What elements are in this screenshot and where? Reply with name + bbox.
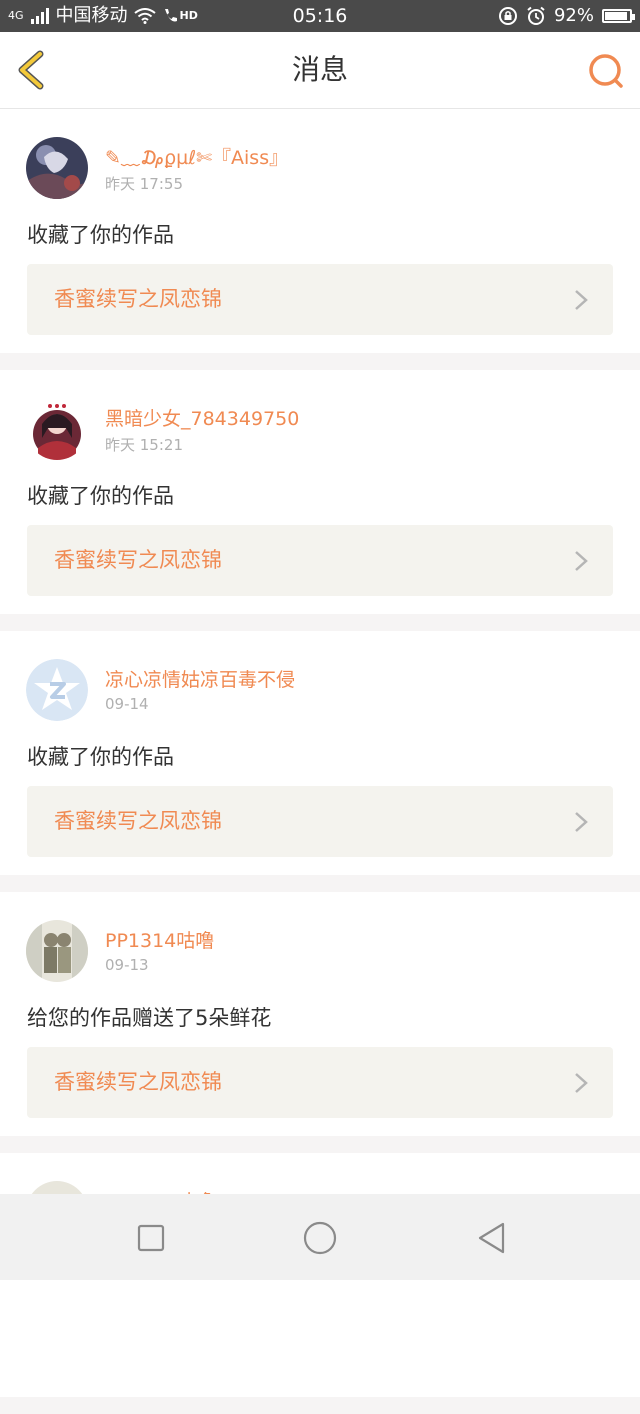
alarm-icon (527, 6, 545, 25)
avatar[interactable] (26, 920, 88, 982)
work-link[interactable]: 香蜜续写之凤恋锦 (27, 525, 613, 596)
battery-icon (602, 9, 635, 23)
message-card: PP1314咕噜 09-13 给您的作品赠送了5朵鲜花 香蜜续写之凤恋锦 (0, 892, 640, 1153)
work-title: 香蜜续写之凤恋锦 (54, 1070, 222, 1094)
work-title: 香蜜续写之凤恋锦 (54, 287, 222, 311)
message-action: 收藏了你的作品 (27, 223, 174, 247)
chevron-right-icon (575, 551, 588, 571)
work-link[interactable]: 香蜜续写之凤恋锦 (27, 1047, 613, 1118)
work-link[interactable]: 香蜜续写之凤恋锦 (27, 786, 613, 857)
app-header: 消息 (0, 32, 640, 109)
message-action: 收藏了你的作品 (27, 745, 174, 769)
back-triangle-icon[interactable] (474, 1220, 510, 1256)
recents-square-icon[interactable] (133, 1220, 169, 1256)
message-card: 黑暗少女_784349750 昨天 15:21 收藏了你的作品 香蜜续写之凤恋锦 (0, 370, 640, 631)
message-time: 昨天 15:21 (105, 436, 183, 454)
system-nav-bar (0, 1194, 640, 1280)
work-title: 香蜜续写之凤恋锦 (54, 548, 222, 572)
default-avatar-icon[interactable] (26, 659, 88, 721)
battery-percent: 92% (553, 5, 594, 26)
message-action: 收藏了你的作品 (27, 484, 174, 508)
home-circle-icon[interactable] (302, 1220, 338, 1256)
chevron-right-icon (575, 1073, 588, 1093)
page-title: 消息 (291, 53, 348, 86)
message-action: 给您的作品赠送了5朵鲜花 (27, 1006, 272, 1030)
work-link[interactable]: 香蜜续写之凤恋锦 (27, 264, 613, 335)
user-name[interactable]: 凉心凉情姑凉百毒不侵 (105, 665, 295, 692)
message-card: PP1314咕噜 (0, 1153, 640, 1414)
user-name[interactable]: PP1314咕噜 (105, 926, 214, 953)
rotation-lock-icon (498, 7, 517, 25)
message-time: 昨天 17:55 (105, 175, 183, 193)
user-name[interactable]: ✎﹏₯ϼµℓ✄『Aiss』 (105, 143, 288, 170)
message-time: 09-13 (105, 956, 149, 974)
message-card: ✎﹏₯ϼµℓ✄『Aiss』 昨天 17:55 收藏了你的作品 香蜜续写之凤恋锦 (0, 109, 640, 370)
chevron-right-icon (575, 812, 588, 832)
avatar[interactable] (26, 398, 88, 460)
message-time: 09-14 (105, 695, 149, 713)
status-bar: 4G 中国移动 HD 05:16 92% (0, 0, 640, 32)
chevron-right-icon (575, 290, 588, 310)
user-name[interactable]: 黑暗少女_784349750 (105, 404, 299, 431)
avatar[interactable] (26, 137, 88, 199)
work-title: 香蜜续写之凤恋锦 (54, 809, 222, 833)
search-icon[interactable] (586, 52, 626, 92)
status-right: 92% (498, 0, 635, 32)
message-card: 凉心凉情姑凉百毒不侵 09-14 收藏了你的作品 香蜜续写之凤恋锦 (0, 631, 640, 892)
